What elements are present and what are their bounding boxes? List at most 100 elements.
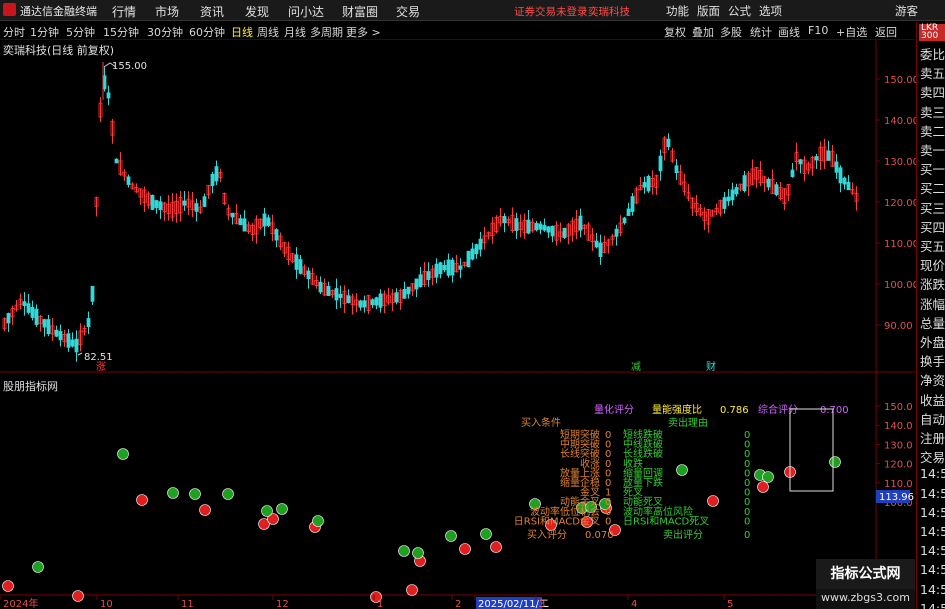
- btn-f10[interactable]: F10: [808, 24, 828, 37]
- period-monthly[interactable]: 月线: [284, 24, 306, 40]
- sell-signal-marker[interactable]: [261, 505, 273, 517]
- indicator-label[interactable]: 股朋指标网: [3, 378, 58, 394]
- marker-finance[interactable]: 财: [706, 360, 716, 373]
- buy-condition-value: 0: [605, 516, 611, 527]
- btn-back[interactable]: 返回: [875, 24, 897, 40]
- sell-signal-marker[interactable]: [676, 464, 688, 476]
- buy-signal-marker[interactable]: [199, 504, 211, 516]
- sell-signal-marker[interactable]: [398, 545, 410, 557]
- composite-score-value: 0.700: [820, 405, 849, 416]
- buy-signal-marker[interactable]: [72, 590, 84, 602]
- btn-add-watchlist[interactable]: +自选: [836, 24, 867, 40]
- btn-stats[interactable]: 统计: [750, 24, 772, 40]
- period-toolbar: 分时 1分钟 5分钟 15分钟 30分钟 60分钟 日线 周线 月线 多周期 更…: [0, 22, 915, 40]
- period-15min[interactable]: 15分钟: [103, 24, 139, 40]
- candle-down: [34, 308, 39, 325]
- candle-down: [334, 288, 339, 301]
- panel-top-badge[interactable]: LKR 300: [919, 24, 945, 41]
- sell-signal-marker[interactable]: [167, 487, 179, 499]
- period-more[interactable]: 更多 >: [346, 24, 381, 40]
- btn-draw[interactable]: 画线: [778, 24, 800, 40]
- signal-markers: [2, 448, 841, 603]
- candle-down: [158, 201, 163, 211]
- menu-quotes[interactable]: 行情: [112, 3, 136, 20]
- candle-down: [406, 286, 411, 295]
- candle-down: [294, 254, 299, 270]
- panel-row: 14:56: [920, 600, 945, 609]
- login-status[interactable]: 证券交易未登录: [514, 4, 588, 19]
- candle-down: [6, 313, 11, 324]
- buy-signal-marker[interactable]: [136, 494, 148, 506]
- candle-down: [502, 216, 507, 224]
- period-5min[interactable]: 5分钟: [66, 24, 95, 40]
- period-weekly[interactable]: 周线: [257, 24, 279, 40]
- candle-down: [346, 295, 351, 304]
- buy-signal-marker[interactable]: [406, 584, 418, 596]
- price-tick-label: 140.00: [884, 116, 916, 127]
- time-tick-label: 2: [455, 599, 461, 609]
- buy-signal-marker[interactable]: [490, 541, 502, 553]
- candle-down: [478, 238, 483, 250]
- period-daily[interactable]: 日线: [231, 24, 253, 40]
- selection-box[interactable]: [789, 408, 834, 492]
- buy-signal-marker[interactable]: [707, 495, 719, 507]
- menu-news[interactable]: 资讯: [200, 3, 224, 20]
- period-intraday[interactable]: 分时: [3, 24, 25, 40]
- candle-down: [790, 169, 795, 177]
- menu-ask[interactable]: 问小达: [288, 3, 324, 20]
- indicator-tick-label: 110.0: [884, 479, 913, 490]
- menu-discover[interactable]: 发现: [245, 3, 269, 20]
- btn-multi-stock[interactable]: 多股: [720, 24, 742, 40]
- indicator-tick-label: 140.0: [884, 421, 913, 432]
- menu-layout[interactable]: 版面: [697, 3, 720, 19]
- menu-options[interactable]: 选项: [759, 3, 782, 19]
- menu-formula[interactable]: 公式: [728, 3, 751, 19]
- buy-signal-marker[interactable]: [459, 543, 471, 555]
- panel-row: 买一: [920, 162, 945, 178]
- period-60min[interactable]: 60分钟: [189, 24, 225, 40]
- btn-adjust[interactable]: 复权: [664, 24, 686, 40]
- candle-down: [306, 270, 311, 279]
- time-tick-label: 11: [181, 599, 194, 609]
- sell-signal-marker[interactable]: [412, 547, 424, 559]
- menu-guest[interactable]: 游客: [895, 3, 918, 19]
- candle-down: [562, 227, 567, 238]
- menu-wealth[interactable]: 财富圈: [342, 3, 378, 20]
- sell-signal-marker[interactable]: [445, 530, 457, 542]
- period-30min[interactable]: 30分钟: [147, 24, 183, 40]
- chart-area[interactable]: 150.00140.00130.00120.00110.00100.0090.0…: [0, 40, 916, 609]
- buy-signal-marker[interactable]: [757, 481, 769, 493]
- candle-down: [838, 167, 843, 184]
- sell-signal-marker[interactable]: [189, 488, 201, 500]
- sell-signal-marker[interactable]: [222, 488, 234, 500]
- candle-down: [450, 259, 455, 276]
- candle-down: [194, 203, 199, 212]
- buy-signal-marker[interactable]: [2, 580, 14, 592]
- panel-row: 14:55: [920, 504, 945, 520]
- marker-reduce[interactable]: 减: [631, 361, 641, 373]
- panel-row: 卖一: [920, 143, 945, 158]
- period-1min[interactable]: 1分钟: [30, 24, 59, 40]
- menu-trade[interactable]: 交易: [396, 3, 420, 20]
- period-multi[interactable]: 多周期: [310, 24, 343, 40]
- menu-market[interactable]: 市场: [155, 3, 179, 20]
- buy-score-value: 0.070: [585, 530, 614, 541]
- sell-signal-marker[interactable]: [32, 561, 44, 573]
- candle-down: [526, 219, 531, 234]
- price-tick-label: 150.00: [884, 75, 916, 86]
- sell-signal-marker[interactable]: [480, 528, 492, 540]
- sell-signal-marker[interactable]: [117, 448, 129, 460]
- marker-rise[interactable]: 涨: [96, 361, 106, 373]
- candle-down: [214, 166, 219, 182]
- candle-down: [730, 189, 735, 201]
- sell-signal-marker[interactable]: [312, 515, 324, 527]
- sell-signal-marker[interactable]: [762, 471, 774, 483]
- main-chart-label[interactable]: 奕瑞科技(日线 前复权): [3, 42, 114, 58]
- sell-signal-marker[interactable]: [829, 456, 841, 468]
- indicator-tick-label: 120.0: [884, 460, 913, 471]
- candle-down: [114, 158, 119, 164]
- menu-function[interactable]: 功能: [666, 3, 689, 19]
- sell-signal-marker[interactable]: [276, 503, 288, 515]
- btn-overlay[interactable]: 叠加: [692, 24, 714, 40]
- candle-down: [298, 259, 303, 274]
